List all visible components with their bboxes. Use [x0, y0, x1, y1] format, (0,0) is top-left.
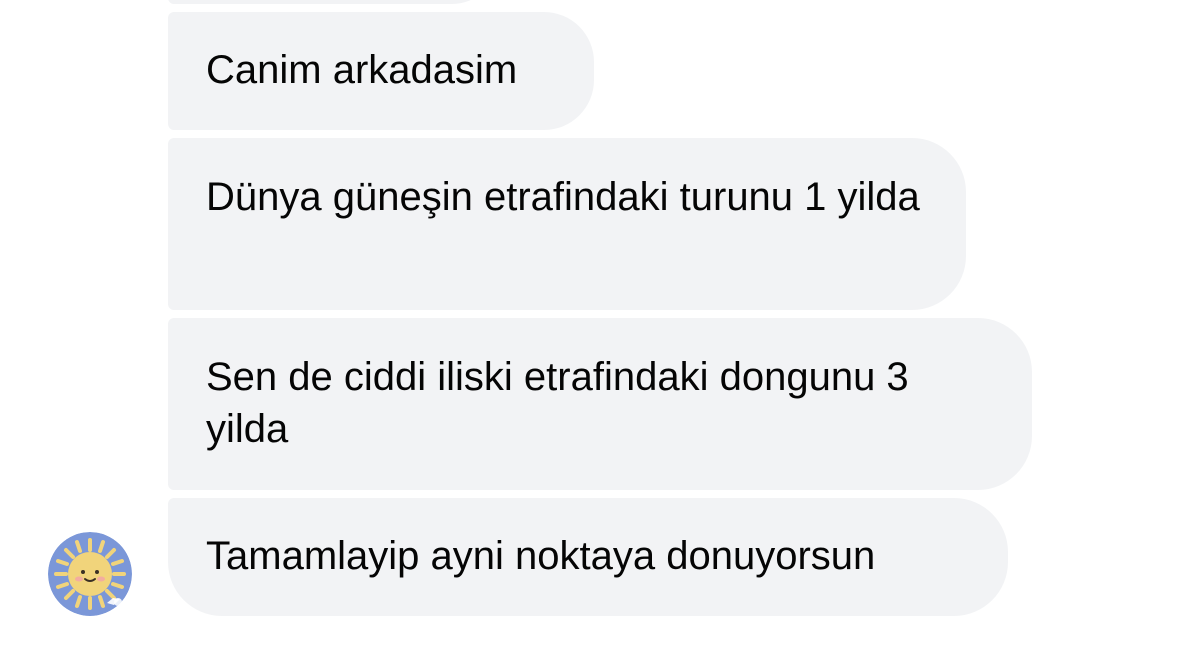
message-text: Sen de ciddi iliski etrafindaki dongunu … — [206, 355, 909, 451]
avatar[interactable] — [48, 532, 132, 616]
message-text: Tamamlayip ayni noktaya donuyorsun — [206, 534, 876, 578]
message-text: Dünya güneşin etrafindaki turunu 1 yilda — [206, 175, 920, 219]
message-bubble[interactable]: Canim arkadasim — [168, 12, 594, 130]
message-bubble[interactable]: Tamamlayip ayni noktaya donuyorsun — [168, 498, 1008, 616]
message-bubble[interactable]: Dünya güneşin etrafindaki turunu 1 yilda — [168, 138, 966, 310]
message-text: Canim arkadasim — [206, 48, 518, 92]
message-thread: Canim arkadasim Dünya güneşin etrafindak… — [0, 0, 1179, 648]
message-bubble-previous[interactable] — [168, 0, 498, 4]
message-bubble[interactable]: Sen de ciddi iliski etrafindaki dongunu … — [168, 318, 1032, 490]
sun-face-icon — [48, 532, 132, 616]
